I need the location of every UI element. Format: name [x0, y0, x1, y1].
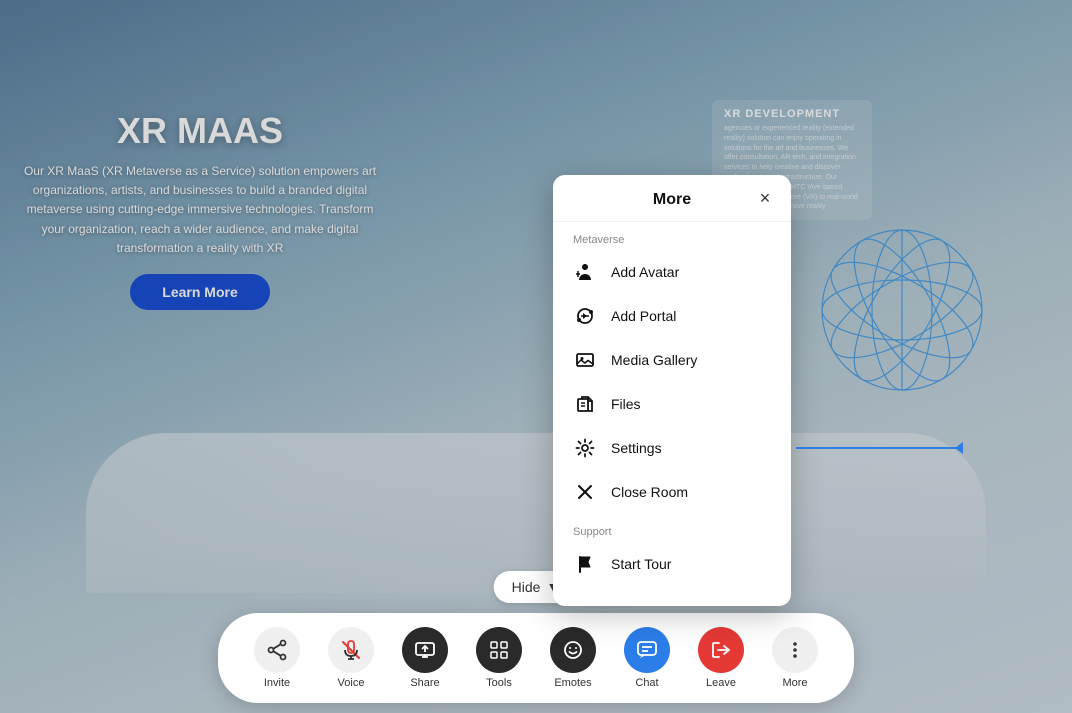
leave-label: Leave — [706, 677, 736, 689]
menu-item-media-gallery[interactable]: Media Gallery — [553, 338, 791, 382]
mic-off-icon — [328, 627, 374, 673]
toolbar: Invite Voice Share — [218, 613, 854, 703]
files-label: Files — [611, 396, 641, 412]
section-support-label: Support — [553, 514, 791, 542]
section-metaverse-label: Metaverse — [553, 222, 791, 250]
menu-item-add-portal[interactable]: Add Portal — [553, 294, 791, 338]
files-icon — [573, 392, 597, 416]
settings-label: Settings — [611, 440, 662, 456]
more-label: More — [782, 677, 807, 689]
tools-icon — [476, 627, 522, 673]
more-modal: More × Metaverse Add Avatar Add P — [553, 175, 791, 606]
portal-icon — [573, 304, 597, 328]
toolbar-item-tools[interactable]: Tools — [464, 623, 534, 693]
menu-item-start-tour[interactable]: Start Tour — [553, 542, 791, 586]
overlay — [0, 0, 1072, 713]
toolbar-item-emotes[interactable]: Emotes — [538, 623, 608, 693]
smile-icon — [550, 627, 596, 673]
toolbar-item-chat[interactable]: Chat — [612, 623, 682, 693]
modal-header: More × — [553, 175, 791, 222]
voice-label: Voice — [338, 677, 365, 689]
add-avatar-label: Add Avatar — [611, 264, 679, 280]
x-icon — [573, 480, 597, 504]
emotes-label: Emotes — [554, 677, 591, 689]
toolbar-item-voice[interactable]: Voice — [316, 623, 386, 693]
share-label: Share — [410, 677, 439, 689]
toolbar-item-invite[interactable]: Invite — [242, 623, 312, 693]
flag-icon — [573, 552, 597, 576]
menu-item-files[interactable]: Files — [553, 382, 791, 426]
modal-close-button[interactable]: × — [753, 186, 777, 210]
media-gallery-label: Media Gallery — [611, 352, 697, 368]
start-tour-label: Start Tour — [611, 556, 671, 572]
close-room-label: Close Room — [611, 484, 688, 500]
add-portal-label: Add Portal — [611, 308, 676, 324]
modal-title: More — [653, 191, 691, 209]
menu-item-close-room[interactable]: Close Room — [553, 470, 791, 514]
menu-item-add-avatar[interactable]: Add Avatar — [553, 250, 791, 294]
tools-label: Tools — [486, 677, 512, 689]
chat-icon — [624, 627, 670, 673]
invite-label: Invite — [264, 677, 290, 689]
person-icon — [573, 260, 597, 284]
image-icon — [573, 348, 597, 372]
share-icon — [254, 627, 300, 673]
toolbar-item-leave[interactable]: Leave — [686, 623, 756, 693]
hide-label: Hide — [512, 579, 541, 595]
gear-icon — [573, 436, 597, 460]
exit-icon — [698, 627, 744, 673]
toolbar-item-share[interactable]: Share — [390, 623, 460, 693]
toolbar-item-more[interactable]: More — [760, 623, 830, 693]
menu-item-settings[interactable]: Settings — [553, 426, 791, 470]
chat-label: Chat — [635, 677, 658, 689]
dots-icon — [772, 627, 818, 673]
screen-icon — [402, 627, 448, 673]
